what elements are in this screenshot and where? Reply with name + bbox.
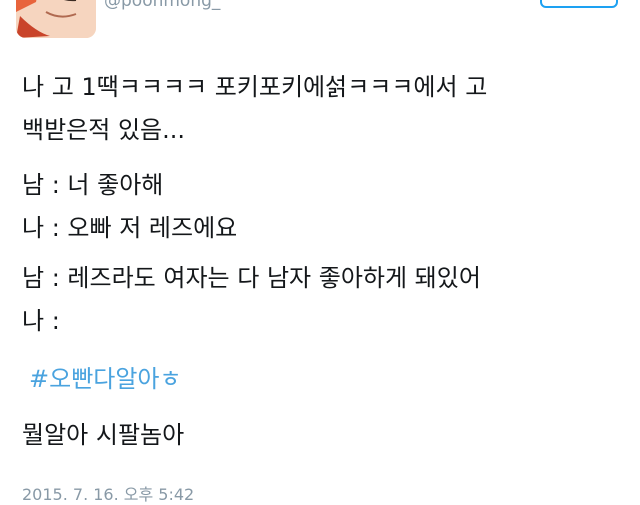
user-handle[interactable]: @poonmong_	[104, 0, 220, 11]
tweet-text-line: 나 :	[22, 307, 60, 335]
tweet-timestamp[interactable]: 2015. 7. 16. 오후 5:42	[22, 481, 194, 505]
tweet-text-line: 남 : 너 좋아해	[22, 171, 164, 199]
tweet-text-line: 뭘알아 시팔놈아	[22, 421, 185, 449]
hashtag-link[interactable]: #오빤다알아ㅎ	[29, 364, 182, 394]
avatar[interactable]	[16, 0, 96, 38]
tweet-text-line: 남 : 레즈라도 여자는 다 남자 좋아하게 돼있어	[22, 264, 481, 292]
tweet-text-line: 나 고 1땍ㅋㅋㅋㅋ 포키포키에섥ㅋㅋㅋ에서 고	[22, 73, 488, 101]
follow-button[interactable]	[540, 0, 618, 8]
tweet-text-line: 나 : 오빠 저 레즈에요	[22, 214, 238, 242]
tweet-text-line: 백받은적 있음...	[22, 116, 185, 144]
